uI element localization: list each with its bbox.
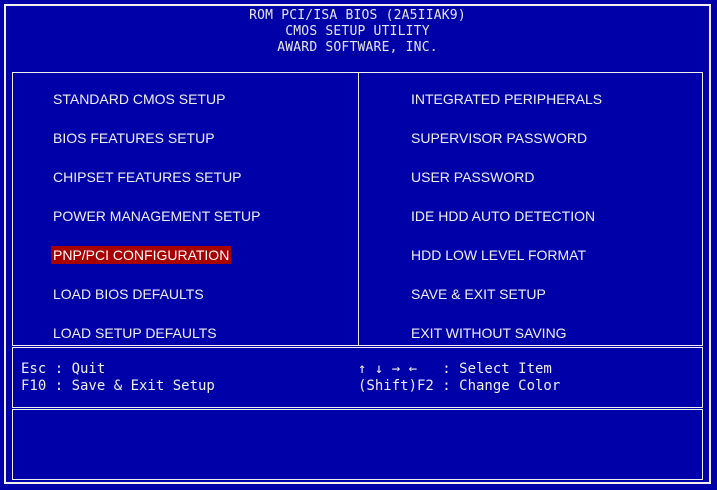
menu-item-save-exit-setup[interactable]: SAVE & EXIT SETUP xyxy=(409,285,548,303)
menu-item-standard-cmos-setup[interactable]: STANDARD CMOS SETUP xyxy=(51,90,227,108)
menu-item-user-password[interactable]: USER PASSWORD xyxy=(409,168,536,186)
key-help: Esc : Quit F10 : Save & Exit Setup ↑ ↓ →… xyxy=(12,347,703,408)
menu-divider xyxy=(358,73,359,345)
menu-item-pnp-pci-configuration[interactable]: PNP/PCI CONFIGURATION xyxy=(51,246,232,264)
menu-item-supervisor-password[interactable]: SUPERVISOR PASSWORD xyxy=(409,129,589,147)
header: ROM PCI/ISA BIOS (2A5IIAK9) CMOS SETUP U… xyxy=(6,6,709,72)
bios-screen: ROM PCI/ISA BIOS (2A5IIAK9) CMOS SETUP U… xyxy=(0,0,717,490)
menu-item-power-management-setup[interactable]: POWER MANAGEMENT SETUP xyxy=(51,207,262,225)
vendor-name: AWARD SOFTWARE, INC. xyxy=(277,40,438,55)
main-menu: STANDARD CMOS SETUP BIOS FEATURES SETUP … xyxy=(12,72,703,346)
help-quit: Esc : Quit xyxy=(21,361,106,377)
menu-item-hdd-low-level-format[interactable]: HDD LOW LEVEL FORMAT xyxy=(409,246,588,264)
help-change-color: (Shift)F2 : Change Color xyxy=(358,378,561,394)
menu-item-chipset-features-setup[interactable]: CHIPSET FEATURES SETUP xyxy=(51,168,244,186)
help-select-item: ↑ ↓ → ← : Select Item xyxy=(358,361,552,377)
menu-item-integrated-peripherals[interactable]: INTEGRATED PERIPHERALS xyxy=(409,90,604,108)
outer-frame: ROM PCI/ISA BIOS (2A5IIAK9) CMOS SETUP U… xyxy=(4,4,711,484)
help-save-exit: F10 : Save & Exit Setup xyxy=(21,378,215,394)
menu-item-load-bios-defaults[interactable]: LOAD BIOS DEFAULTS xyxy=(51,285,206,303)
menu-item-exit-without-saving[interactable]: EXIT WITHOUT SAVING xyxy=(409,324,569,342)
menu-item-load-setup-defaults[interactable]: LOAD SETUP DEFAULTS xyxy=(51,324,219,342)
status-area xyxy=(12,409,703,480)
bios-version-title: ROM PCI/ISA BIOS (2A5IIAK9) xyxy=(249,8,466,23)
utility-title: CMOS SETUP UTILITY xyxy=(285,24,430,39)
menu-item-ide-hdd-auto-detection[interactable]: IDE HDD AUTO DETECTION xyxy=(409,207,597,225)
menu-item-bios-features-setup[interactable]: BIOS FEATURES SETUP xyxy=(51,129,217,147)
